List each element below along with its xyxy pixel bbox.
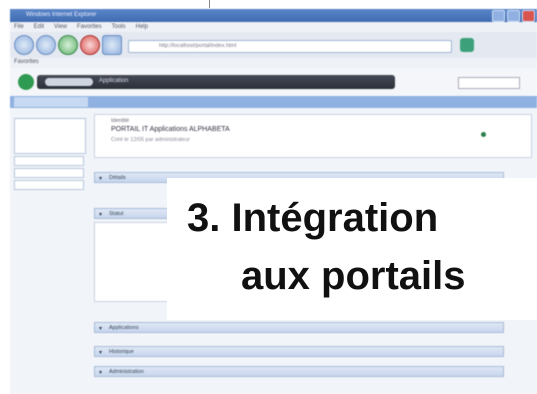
section-title: Détails — [109, 175, 126, 181]
app-logo — [18, 74, 34, 90]
chevron-down-icon: ▾ — [99, 370, 103, 376]
tab-active[interactable] — [14, 97, 88, 107]
refresh-icon[interactable] — [102, 35, 122, 55]
section-title: Applications — [109, 325, 139, 331]
maximize-button[interactable] — [507, 10, 520, 22]
caption-line-1: 3. Intégration — [187, 196, 439, 240]
top-strip — [0, 0, 537, 8]
menu-favorites[interactable]: Favorites — [77, 22, 102, 32]
chevron-down-icon: ▾ — [99, 212, 103, 218]
section-title: Historique — [109, 349, 134, 355]
tab-bar — [10, 96, 537, 108]
card-subtitle: Créé le 12/05 par administrateur — [111, 137, 190, 143]
sidebar-item[interactable] — [14, 168, 84, 178]
app-title-bar: Application — [37, 75, 395, 89]
navigation-bar: http://localhost/portal/index.html — [10, 32, 537, 58]
section-header[interactable]: ▾ Historique — [94, 346, 504, 357]
address-text: http://localhost/portal/index.html — [159, 43, 237, 49]
sidebar — [14, 112, 86, 190]
caption-line-2: aux portails — [241, 254, 466, 298]
search-icon[interactable] — [460, 38, 474, 52]
address-bar[interactable]: http://localhost/portal/index.html — [128, 40, 452, 53]
section-header[interactable]: ▾ Administration — [94, 366, 504, 377]
minimize-button[interactable] — [492, 10, 505, 22]
app-breadcrumb: Application — [99, 78, 129, 84]
menu-view[interactable]: View — [54, 22, 67, 32]
forward-icon[interactable] — [36, 35, 56, 55]
divider-line — [209, 0, 210, 8]
window-title: Windows Internet Explorer — [26, 12, 97, 18]
app-selector[interactable] — [45, 78, 93, 86]
section-header[interactable]: ▾ Applications — [94, 322, 504, 333]
close-button[interactable] — [522, 10, 535, 22]
stop-icon[interactable] — [80, 35, 100, 55]
radio-icon[interactable] — [481, 132, 486, 137]
app-header: Application — [10, 68, 537, 96]
favorites-bar: Favorites — [10, 58, 537, 68]
menu-edit[interactable]: Edit — [34, 22, 44, 32]
sidebar-panel — [14, 118, 86, 154]
section-title: Statut — [109, 211, 124, 217]
card-title: PORTAIL IT Applications ALPHABETA — [111, 126, 230, 133]
menu-tools[interactable]: Tools — [112, 22, 126, 32]
chevron-down-icon: ▾ — [99, 326, 103, 332]
menu-file[interactable]: File — [14, 22, 24, 32]
header-search-input[interactable] — [458, 77, 520, 89]
back-icon[interactable] — [14, 35, 34, 55]
go-icon[interactable] — [58, 35, 78, 55]
chevron-down-icon: ▾ — [99, 176, 103, 182]
window-controls — [492, 10, 535, 22]
card-label: Identité — [111, 118, 130, 124]
sidebar-item[interactable] — [14, 180, 84, 190]
favorites-label[interactable]: Favorites — [14, 59, 39, 65]
slide-caption: 3. Intégration aux portails — [167, 178, 537, 320]
card-options — [481, 118, 525, 154]
menu-help[interactable]: Help — [136, 22, 148, 32]
header-card: Identité PORTAIL IT Applications ALPHABE… — [94, 114, 532, 158]
chevron-down-icon: ▾ — [99, 350, 103, 356]
menu-bar: File Edit View Favorites Tools Help — [10, 22, 537, 32]
section-title: Administration — [109, 369, 144, 375]
title-bar: Windows Internet Explorer — [10, 9, 537, 22]
sidebar-item[interactable] — [14, 156, 84, 166]
